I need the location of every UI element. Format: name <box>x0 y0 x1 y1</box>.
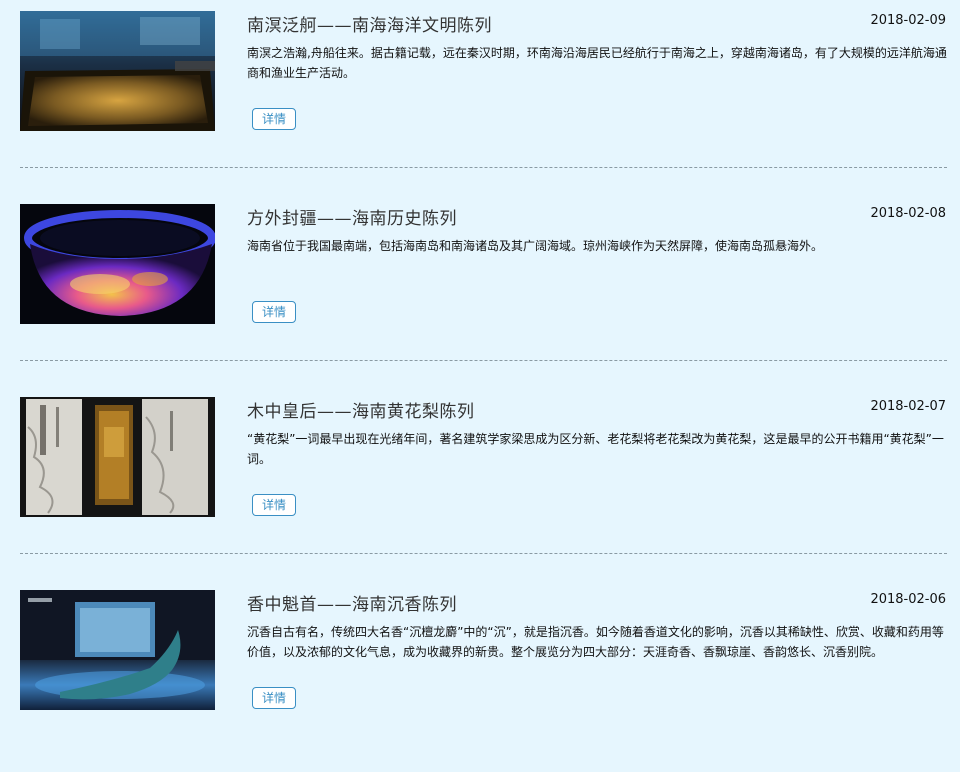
exhibition-thumbnail[interactable] <box>20 590 215 710</box>
exhibition-item: 香中魁首——海南沉香陈列 2018-02-06 沉香自古有名，传统四大名香“沉檀… <box>0 579 960 772</box>
detail-button[interactable]: 详情 <box>252 687 296 709</box>
exhibition-item: 方外封疆——海南历史陈列 2018-02-08 海南省位于我国最南端，包括海南岛… <box>0 193 960 386</box>
exhibition-date: 2018-02-08 <box>870 206 946 221</box>
exhibition-title[interactable]: 香中魁首——海南沉香陈列 <box>247 590 457 615</box>
exhibition-title[interactable]: 木中皇后——海南黄花梨陈列 <box>247 397 475 422</box>
exhibition-date: 2018-02-06 <box>870 592 946 607</box>
exhibition-list: 南溟泛舸——南海海洋文明陈列 2018-02-09 南溟之浩瀚,舟船往来。据古籍… <box>0 0 960 724</box>
exhibition-thumbnail[interactable] <box>20 204 215 324</box>
exhibition-description: 沉香自古有名，传统四大名香“沉檀龙麝”中的“沉”，就是指沉香。如今随着香道文化的… <box>247 625 944 659</box>
detail-button[interactable]: 详情 <box>252 108 296 130</box>
exhibition-item: 木中皇后——海南黄花梨陈列 2018-02-07 “黄花梨”一词最早出现在光绪年… <box>0 386 960 579</box>
exhibition-title[interactable]: 方外封疆——海南历史陈列 <box>247 204 457 229</box>
exhibition-description: 海南省位于我国最南端，包括海南岛和南海诸岛及其广阔海域。琼州海峡作为天然屏障，使… <box>247 239 824 253</box>
hall-model-image <box>20 11 215 131</box>
detail-button[interactable]: 详情 <box>252 301 296 323</box>
detail-button[interactable]: 详情 <box>252 494 296 516</box>
exhibition-date: 2018-02-07 <box>870 399 946 414</box>
exhibition-item: 南溟泛舸——南海海洋文明陈列 2018-02-09 南溟之浩瀚,舟船往来。据古籍… <box>0 0 960 193</box>
divider <box>20 167 947 168</box>
exhibition-description: 南溟之浩瀚,舟船往来。据古籍记载，远在秦汉时期，环南海沿海居民已经航行于南海之上… <box>247 46 947 80</box>
wood-panels-image <box>20 397 215 517</box>
divider <box>20 553 947 554</box>
exhibition-date: 2018-02-09 <box>870 13 946 28</box>
exhibition-thumbnail[interactable] <box>20 397 215 517</box>
exhibition-thumbnail[interactable] <box>20 11 215 131</box>
exhibition-title[interactable]: 南溟泛舸——南海海洋文明陈列 <box>247 11 492 36</box>
divider <box>20 360 947 361</box>
agarwood-display-image <box>20 590 215 710</box>
exhibition-description: “黄花梨”一词最早出现在光绪年间，著名建筑学家梁思成为区分新、老花梨将老花梨改为… <box>247 432 944 466</box>
globe-dome-image <box>20 204 215 324</box>
